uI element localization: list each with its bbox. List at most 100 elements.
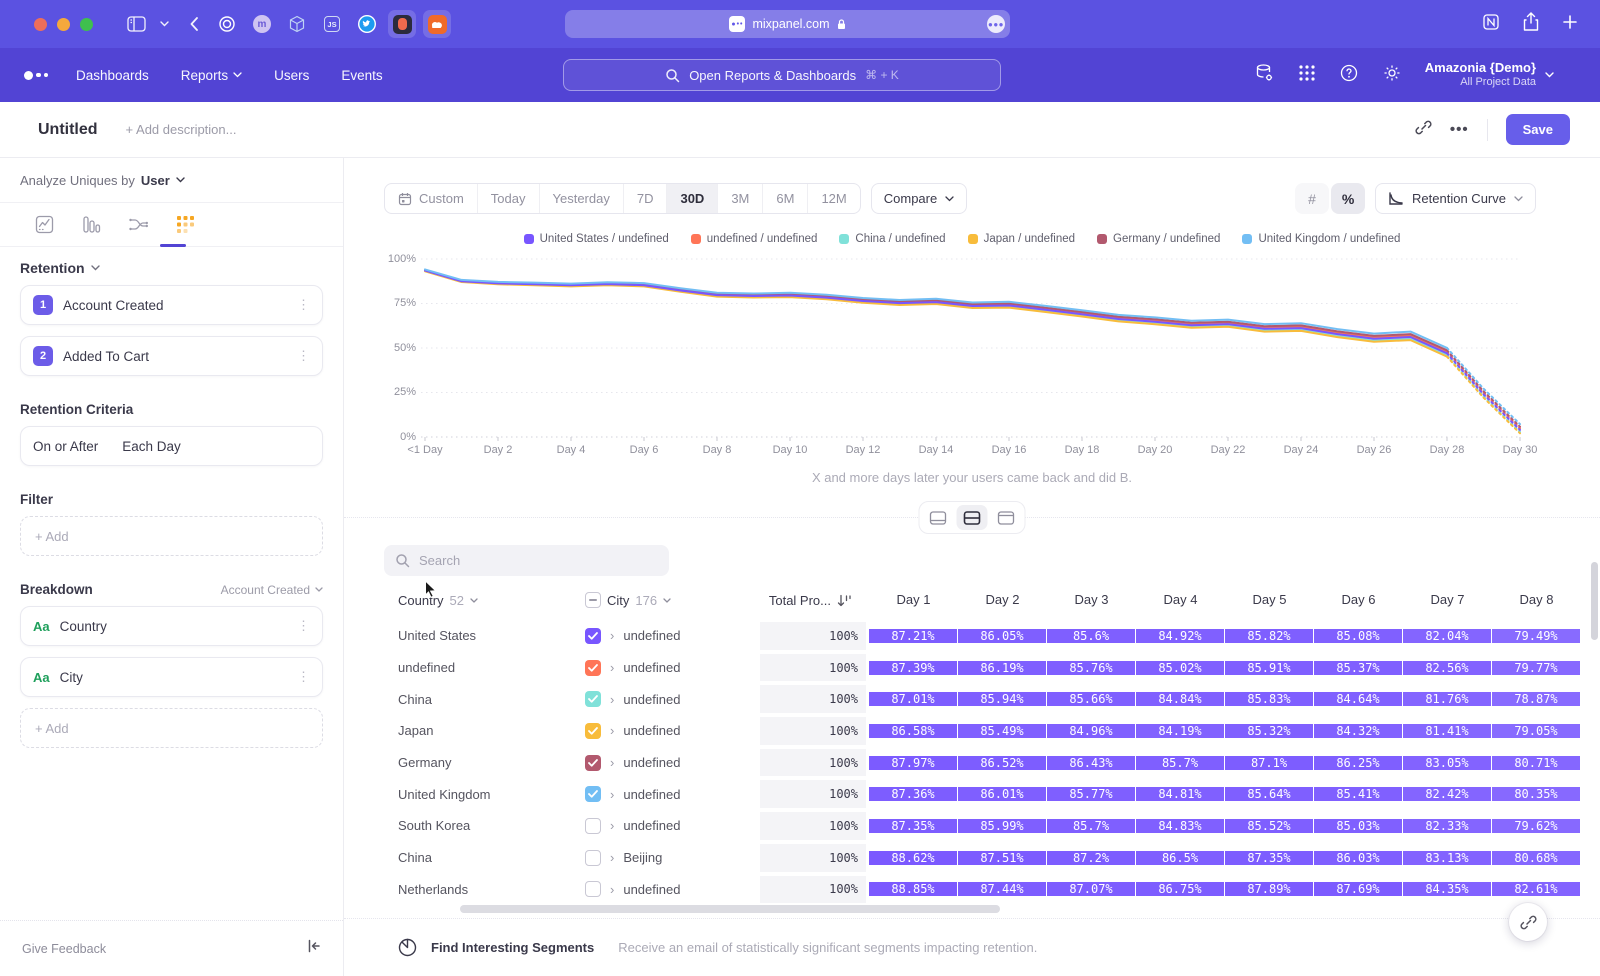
tab-insights[interactable]: [33, 215, 55, 234]
nav-item-dashboards[interactable]: Dashboards: [76, 68, 149, 83]
expand-row-icon[interactable]: ›: [610, 723, 614, 738]
legend-item[interactable]: undefined / undefined: [691, 233, 818, 245]
zoom-window-button[interactable]: [80, 18, 93, 31]
day-cell[interactable]: 85.08%: [1314, 629, 1402, 643]
day-column-header[interactable]: Day 1: [869, 586, 958, 614]
day-cell[interactable]: 85.83%: [1225, 692, 1313, 706]
select-all-checkbox[interactable]: [585, 592, 601, 608]
expand-row-icon[interactable]: ›: [610, 818, 614, 833]
criteria-card[interactable]: On or After Each Day: [20, 426, 323, 466]
day-cell[interactable]: 86.25%: [1314, 756, 1402, 770]
report-title[interactable]: Untitled: [38, 121, 98, 139]
country-column-header[interactable]: Country 52: [398, 586, 478, 614]
day-cell[interactable]: 87.51%: [958, 851, 1046, 865]
nav-item-events[interactable]: Events: [341, 68, 382, 83]
day-cell[interactable]: 87.2%: [1047, 851, 1135, 865]
day-cell[interactable]: 83.05%: [1403, 756, 1491, 770]
save-button[interactable]: Save: [1506, 114, 1570, 145]
day-cell[interactable]: 85.66%: [1047, 692, 1135, 706]
minimize-window-button[interactable]: [57, 18, 70, 31]
retention-step-card[interactable]: 2Added To Cart⋮: [20, 336, 323, 376]
day-cell[interactable]: 84.32%: [1314, 724, 1402, 738]
day-cell[interactable]: 87.69%: [1314, 882, 1402, 896]
day-cell[interactable]: 85.76%: [1047, 661, 1135, 675]
day-cell[interactable]: 85.91%: [1225, 661, 1313, 675]
day-cell[interactable]: 82.04%: [1403, 629, 1491, 643]
criteria-value[interactable]: Each Day: [122, 439, 181, 454]
day-cell[interactable]: 87.35%: [869, 819, 957, 833]
pinned-tab-product-hunt-icon[interactable]: [388, 10, 416, 38]
day-cell[interactable]: 87.89%: [1225, 882, 1313, 896]
day-cell[interactable]: 84.35%: [1403, 882, 1491, 896]
day-cell[interactable]: 87.07%: [1047, 882, 1135, 896]
date-range-3m[interactable]: 3M: [717, 184, 762, 213]
day-cell[interactable]: 85.03%: [1314, 819, 1402, 833]
day-cell[interactable]: 86.19%: [958, 661, 1046, 675]
close-window-button[interactable]: [34, 18, 47, 31]
row-checkbox[interactable]: [585, 755, 601, 771]
legend-item[interactable]: United States / undefined: [524, 233, 669, 245]
legend-item[interactable]: China / undefined: [839, 233, 945, 245]
day-cell[interactable]: 85.6%: [1047, 629, 1135, 643]
date-range-30d[interactable]: 30D: [666, 184, 717, 213]
day-cell[interactable]: 86.43%: [1047, 756, 1135, 770]
day-cell[interactable]: 85.64%: [1225, 787, 1313, 801]
expand-row-icon[interactable]: ›: [610, 755, 614, 770]
total-column-header[interactable]: Total Pro...: [740, 586, 852, 614]
expand-row-icon[interactable]: ›: [610, 628, 614, 643]
tab-overview-chevron-icon[interactable]: [160, 21, 169, 27]
row-checkbox[interactable]: [585, 881, 601, 897]
date-range-7d[interactable]: 7D: [623, 184, 667, 213]
give-feedback-link[interactable]: Give Feedback: [22, 942, 106, 956]
day-cell[interactable]: 82.56%: [1403, 661, 1491, 675]
day-cell[interactable]: 86.58%: [869, 724, 957, 738]
day-cell[interactable]: 87.1%: [1225, 756, 1313, 770]
day-cell[interactable]: 87.97%: [869, 756, 957, 770]
day-cell[interactable]: 85.77%: [1047, 787, 1135, 801]
day-cell[interactable]: 85.37%: [1314, 661, 1402, 675]
day-cell[interactable]: 86.03%: [1314, 851, 1402, 865]
day-cell[interactable]: 86.05%: [958, 629, 1046, 643]
day-cell[interactable]: 87.35%: [1225, 851, 1313, 865]
absolute-numbers-toggle[interactable]: #: [1295, 183, 1329, 214]
day-cell[interactable]: 87.21%: [869, 629, 957, 643]
date-range-6m[interactable]: 6M: [762, 184, 807, 213]
day-cell[interactable]: 85.49%: [958, 724, 1046, 738]
day-cell[interactable]: 84.64%: [1314, 692, 1402, 706]
settings-gear-icon[interactable]: [1382, 63, 1402, 88]
day-cell[interactable]: 80.35%: [1492, 787, 1580, 801]
day-cell[interactable]: 78.87%: [1492, 692, 1580, 706]
day-cell[interactable]: 87.44%: [958, 882, 1046, 896]
expand-row-icon[interactable]: ›: [610, 660, 614, 675]
kebab-menu-icon[interactable]: ⋮: [297, 297, 310, 313]
day-cell[interactable]: 85.7%: [1136, 756, 1224, 770]
row-checkbox[interactable]: [585, 786, 601, 802]
add-filter-button[interactable]: + Add: [20, 516, 323, 556]
copy-link-icon[interactable]: [1415, 119, 1432, 141]
pinned-tab-soundcloud-icon[interactable]: [423, 10, 451, 38]
day-cell[interactable]: 79.05%: [1492, 724, 1580, 738]
day-cell[interactable]: 79.62%: [1492, 819, 1580, 833]
day-cell[interactable]: 86.52%: [958, 756, 1046, 770]
row-checkbox[interactable]: [585, 850, 601, 866]
day-column-header[interactable]: Day 2: [958, 586, 1047, 614]
day-cell[interactable]: 85.82%: [1225, 629, 1313, 643]
row-checkbox[interactable]: [585, 818, 601, 834]
day-cell[interactable]: 88.62%: [869, 851, 957, 865]
day-cell[interactable]: 85.99%: [958, 819, 1046, 833]
tab-flows[interactable]: [127, 216, 149, 233]
back-button[interactable]: [189, 16, 199, 32]
day-cell[interactable]: 84.83%: [1136, 819, 1224, 833]
pinned-tab-target-icon[interactable]: [213, 10, 241, 38]
day-column-header[interactable]: Day 8: [1492, 586, 1581, 614]
expand-row-icon[interactable]: ›: [610, 692, 614, 707]
add-description-button[interactable]: + Add description...: [126, 122, 237, 137]
percent-toggle[interactable]: %: [1331, 183, 1365, 214]
tab-funnels[interactable]: [80, 215, 102, 234]
day-cell[interactable]: 84.92%: [1136, 629, 1224, 643]
day-cell[interactable]: 85.32%: [1225, 724, 1313, 738]
nav-item-reports[interactable]: Reports: [181, 68, 242, 83]
add-breakdown-button[interactable]: + Add: [20, 708, 323, 748]
table-only-view-icon[interactable]: [991, 505, 1022, 530]
day-cell[interactable]: 86.75%: [1136, 882, 1224, 896]
